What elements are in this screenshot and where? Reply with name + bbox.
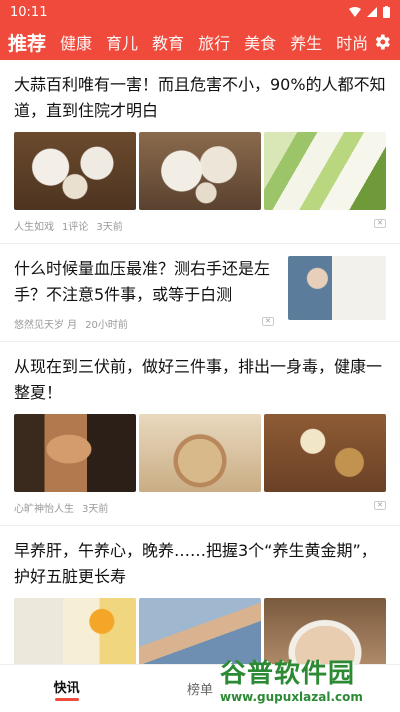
status-bar: 10:11 [0, 0, 400, 24]
tab-parenting[interactable]: 育儿 [106, 30, 138, 54]
status-icons [349, 6, 390, 18]
tab-health[interactable]: 健康 [60, 30, 92, 54]
man-sleeping-image[interactable] [139, 598, 261, 664]
news-item[interactable]: 什么时候量血压最准？测右手还是左手？不注意5件事，或等于白测 悠然见天岁 月 2… [0, 244, 400, 342]
article-images [14, 414, 386, 492]
bottom-nav: 快讯 榜单 [0, 664, 400, 712]
article-text: 什么时候量血压最准？测右手还是左手？不注意5件事，或等于白测 悠然见天岁 月 2… [14, 256, 280, 331]
article-time: 3天前 [82, 504, 109, 515]
news-item[interactable]: 大蒜百利唯有一害！而且危害不小，90%的人都不知道，直到住院才明白 人生如戏 1… [0, 60, 400, 244]
article-meta: 人生如戏 1评论 3天前 ✕ [14, 218, 386, 233]
nav-tab-ranking-label: 榜单 [186, 683, 213, 698]
news-item[interactable]: 早养肝，午养心，晚养……把握3个“养生黄金期”，护好五脏更长寿 [0, 526, 400, 664]
soup-bowl-image[interactable] [139, 414, 261, 492]
article-time: 3天前 [96, 222, 123, 233]
article-title[interactable]: 什么时候量血压最准？测右手还是左手？不注意5件事，或等于白测 [14, 256, 280, 308]
active-tab-indicator [54, 697, 79, 701]
article-author: 悠然见天岁 月 [14, 320, 78, 331]
nav-tab-empty [267, 665, 400, 712]
article-comments: 1评论 [62, 222, 89, 233]
doctor-blood-pressure-image[interactable] [288, 256, 386, 320]
nav-tab-news[interactable]: 快讯 [0, 665, 133, 712]
dismiss-icon[interactable]: ✕ [262, 317, 274, 326]
article-meta: 心旷神怡人生 3天前 ✕ [14, 500, 386, 515]
status-time: 10:11 [10, 4, 48, 20]
milk-drinks-image[interactable] [14, 598, 136, 664]
article-author: 人生如戏 [14, 222, 54, 233]
tab-travel[interactable]: 旅行 [198, 30, 230, 54]
garlic-cloves-image[interactable] [139, 132, 261, 210]
settings-button[interactable] [370, 30, 394, 54]
tab-food[interactable]: 美食 [244, 30, 276, 54]
article-title[interactable]: 早养肝，午养心，晚养……把握3个“养生黄金期”，护好五脏更长寿 [14, 538, 386, 590]
tab-recommend[interactable]: 推荐 [8, 29, 46, 56]
dismiss-icon[interactable]: ✕ [374, 501, 386, 510]
category-tabs: 推荐 健康 育儿 教育 旅行 美食 养生 时尚 [8, 29, 368, 56]
battery-icon [383, 6, 390, 18]
ginger-tea-image[interactable] [264, 414, 386, 492]
nav-tab-news-label: 快讯 [53, 680, 80, 696]
leek-stalks-image[interactable] [264, 132, 386, 210]
tab-wellness[interactable]: 养生 [290, 30, 322, 54]
article-title[interactable]: 从现在到三伏前，做好三件事，排出一身毒，健康一整夏！ [14, 354, 386, 406]
news-item[interactable]: 从现在到三伏前，做好三件事，排出一身毒，健康一整夏！ 心旷神怡人生 3天前 ✕ [0, 342, 400, 526]
tab-education[interactable]: 教育 [152, 30, 184, 54]
article-images [14, 132, 386, 210]
nav-tab-ranking[interactable]: 榜单 [133, 665, 266, 712]
signal-icon [367, 7, 377, 17]
wifi-icon [349, 7, 361, 17]
article-time: 20小时前 [85, 320, 128, 331]
tab-fashion[interactable]: 时尚 [336, 30, 368, 54]
gear-icon [375, 34, 390, 50]
garlic-bulbs-image[interactable] [14, 132, 136, 210]
news-feed[interactable]: 大蒜百利唯有一害！而且危害不小，90%的人都不知道，直到住院才明白 人生如戏 1… [0, 60, 400, 664]
article-meta: 悠然见天岁 月 20小时前 ✕ [14, 316, 280, 331]
foot-soak-image[interactable] [264, 598, 386, 664]
category-tabbar: 推荐 健康 育儿 教育 旅行 美食 养生 时尚 [0, 24, 400, 60]
woman-portrait-image[interactable] [14, 414, 136, 492]
article-title[interactable]: 大蒜百利唯有一害！而且危害不小，90%的人都不知道，直到住院才明白 [14, 72, 386, 124]
dismiss-icon[interactable]: ✕ [374, 219, 386, 228]
article-author: 心旷神怡人生 [14, 504, 74, 515]
article-images [14, 598, 386, 664]
